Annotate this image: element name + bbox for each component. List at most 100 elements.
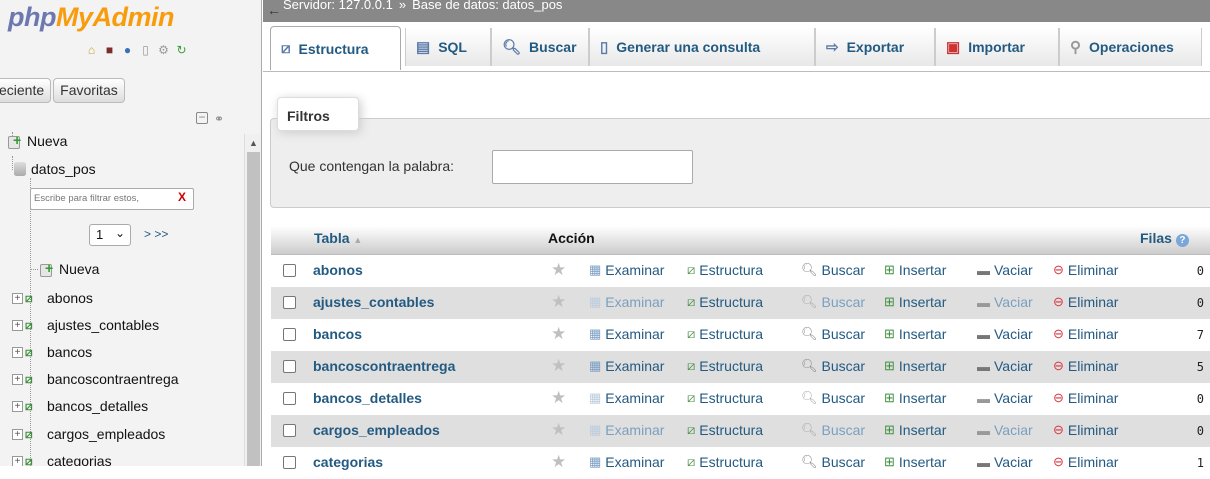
structure-action[interactable]: ⧄ Estructura: [687, 358, 763, 374]
insert-action[interactable]: ⊞ Insertar: [884, 262, 946, 278]
favorite-star-icon[interactable]: ★: [551, 388, 566, 408]
search-action[interactable]: 🔍︎ Buscar: [801, 454, 865, 470]
nav-scrollbar[interactable]: ▲: [244, 134, 261, 466]
tab-buscar[interactable]: 🔍︎ Buscar: [491, 28, 589, 66]
collapse-all-icon[interactable]: −: [196, 111, 208, 124]
browse-action[interactable]: ▦ Examinar: [589, 294, 664, 310]
drop-action[interactable]: ⊖ Eliminar: [1053, 422, 1118, 438]
row-checkbox[interactable]: [283, 424, 296, 437]
row-checkbox[interactable]: [283, 456, 296, 469]
tree-item-table[interactable]: + ⧄ categorias: [12, 450, 112, 466]
tree-item-database[interactable]: datos_pos: [14, 158, 96, 180]
expand-icon[interactable]: +: [12, 373, 23, 385]
expand-icon[interactable]: +: [12, 428, 23, 440]
tab-exportar[interactable]: ⇨ Exportar: [815, 28, 935, 66]
structure-action[interactable]: ⧄ Estructura: [687, 390, 763, 406]
browse-action[interactable]: ▦ Examinar: [589, 358, 664, 374]
tab-favorites[interactable]: Favoritas: [53, 78, 125, 103]
table-name-link[interactable]: categorias: [313, 454, 383, 470]
reload-icon[interactable]: ↻: [174, 42, 189, 57]
favorite-star-icon[interactable]: ★: [551, 452, 566, 472]
structure-action[interactable]: ⧄ Estructura: [687, 422, 763, 438]
drop-action[interactable]: ⊖ Eliminar: [1053, 358, 1118, 374]
expand-icon[interactable]: +: [12, 346, 23, 358]
browse-action[interactable]: ▦ Examinar: [589, 326, 664, 342]
expand-icon[interactable]: +: [12, 455, 23, 466]
browse-action[interactable]: ▦ Examinar: [589, 390, 664, 406]
tree-item-table[interactable]: + ⧄ bancos: [12, 341, 92, 363]
tree-item-table[interactable]: + ⧄ abonos: [12, 287, 93, 309]
insert-action[interactable]: ⊞ Insertar: [884, 454, 946, 470]
empty-action[interactable]: ▬ Vaciar: [977, 358, 1033, 374]
expand-icon[interactable]: +: [12, 292, 23, 304]
structure-action[interactable]: ⧄ Estructura: [687, 294, 763, 310]
logout-icon[interactable]: ■: [102, 42, 117, 57]
drop-action[interactable]: ⊖ Eliminar: [1053, 390, 1118, 406]
favorite-star-icon[interactable]: ★: [551, 292, 566, 312]
insert-action[interactable]: ⊞ Insertar: [884, 390, 946, 406]
favorite-star-icon[interactable]: ★: [551, 260, 566, 280]
empty-action[interactable]: ▬ Vaciar: [977, 262, 1033, 278]
tree-item-table[interactable]: + ⧄ ajustes_contables: [12, 314, 159, 336]
table-name-link[interactable]: cargos_empleados: [313, 422, 440, 438]
insert-action[interactable]: ⊞ Insertar: [884, 294, 946, 310]
expand-icon[interactable]: +: [12, 400, 23, 412]
tab-sql[interactable]: ▤ SQL: [405, 28, 491, 66]
search-action[interactable]: 🔍︎ Buscar: [801, 326, 865, 342]
expand-icon[interactable]: +: [12, 319, 23, 331]
structure-action[interactable]: ⧄ Estructura: [687, 454, 763, 470]
page-next-link[interactable]: > >>: [144, 227, 168, 241]
browse-action[interactable]: ▦ Examinar: [589, 262, 664, 278]
tab-recent[interactable]: eciente: [0, 78, 52, 103]
column-header-tabla[interactable]: Tabla ▲: [314, 230, 362, 246]
favorite-star-icon[interactable]: ★: [551, 356, 566, 376]
drop-action[interactable]: ⊖ Eliminar: [1053, 326, 1118, 342]
row-checkbox[interactable]: [283, 264, 296, 277]
help-icon[interactable]: ?: [1175, 234, 1189, 247]
tab-generar-consulta[interactable]: ▯ Generar una consulta: [589, 28, 815, 66]
drop-action[interactable]: ⊖ Eliminar: [1053, 262, 1118, 278]
filter-word-input[interactable]: [492, 150, 693, 184]
table-name-link[interactable]: abonos: [313, 262, 363, 278]
empty-action[interactable]: ▬ Vaciar: [977, 326, 1033, 342]
page-select[interactable]: 1 ⌄: [89, 224, 131, 246]
insert-action[interactable]: ⊞ Insertar: [884, 358, 946, 374]
empty-action[interactable]: ▬ Vaciar: [977, 422, 1033, 438]
tab-operaciones[interactable]: ⚲ Operaciones: [1059, 28, 1202, 66]
help-icon[interactable]: ●: [120, 42, 135, 57]
tab-estructura[interactable]: ⧄ Estructura: [270, 26, 401, 70]
breadcrumb-database[interactable]: Base de datos: datos_pos: [412, 0, 562, 12]
row-checkbox[interactable]: [283, 360, 296, 373]
structure-action[interactable]: ⧄ Estructura: [687, 262, 763, 278]
nav-filter-input[interactable]: Escribe para filtrar estos,: [30, 188, 194, 210]
tree-item-table[interactable]: + ⧄ bancos_detalles: [12, 395, 148, 417]
tree-item-table[interactable]: + ⧄ cargos_empleados: [12, 423, 165, 445]
empty-action[interactable]: ▬ Vaciar: [977, 390, 1033, 406]
tree-item-table[interactable]: + ⧄ bancoscontraentrega: [12, 368, 179, 390]
docs-icon[interactable]: ▯: [138, 42, 153, 57]
table-name-link[interactable]: bancoscontraentrega: [313, 358, 455, 374]
tree-item-new-db[interactable]: Nueva: [8, 130, 67, 152]
favorite-star-icon[interactable]: ★: [551, 420, 566, 440]
tree-item-new-table[interactable]: Nueva: [30, 258, 99, 280]
row-checkbox[interactable]: [283, 392, 296, 405]
column-header-filas[interactable]: Filas?: [1140, 230, 1189, 247]
search-action[interactable]: 🔍︎ Buscar: [801, 422, 865, 438]
row-checkbox[interactable]: [283, 296, 296, 309]
structure-action[interactable]: ⧄ Estructura: [687, 326, 763, 342]
table-name-link[interactable]: bancos_detalles: [313, 390, 422, 406]
favorite-star-icon[interactable]: ★: [551, 324, 566, 344]
settings-icon[interactable]: ⚙: [156, 42, 171, 57]
insert-action[interactable]: ⊞ Insertar: [884, 422, 946, 438]
row-checkbox[interactable]: [283, 328, 296, 341]
search-action[interactable]: 🔍︎ Buscar: [801, 262, 865, 278]
search-action[interactable]: 🔍︎ Buscar: [801, 358, 865, 374]
drop-action[interactable]: ⊖ Eliminar: [1053, 454, 1118, 470]
drop-action[interactable]: ⊖ Eliminar: [1053, 294, 1118, 310]
search-action[interactable]: 🔍︎ Buscar: [801, 390, 865, 406]
table-name-link[interactable]: bancos: [313, 326, 362, 342]
empty-action[interactable]: ▬ Vaciar: [977, 454, 1033, 470]
home-icon[interactable]: ⌂: [84, 42, 99, 57]
link-icon[interactable]: ⚭: [214, 112, 224, 126]
empty-action[interactable]: ▬ Vaciar: [977, 294, 1033, 310]
